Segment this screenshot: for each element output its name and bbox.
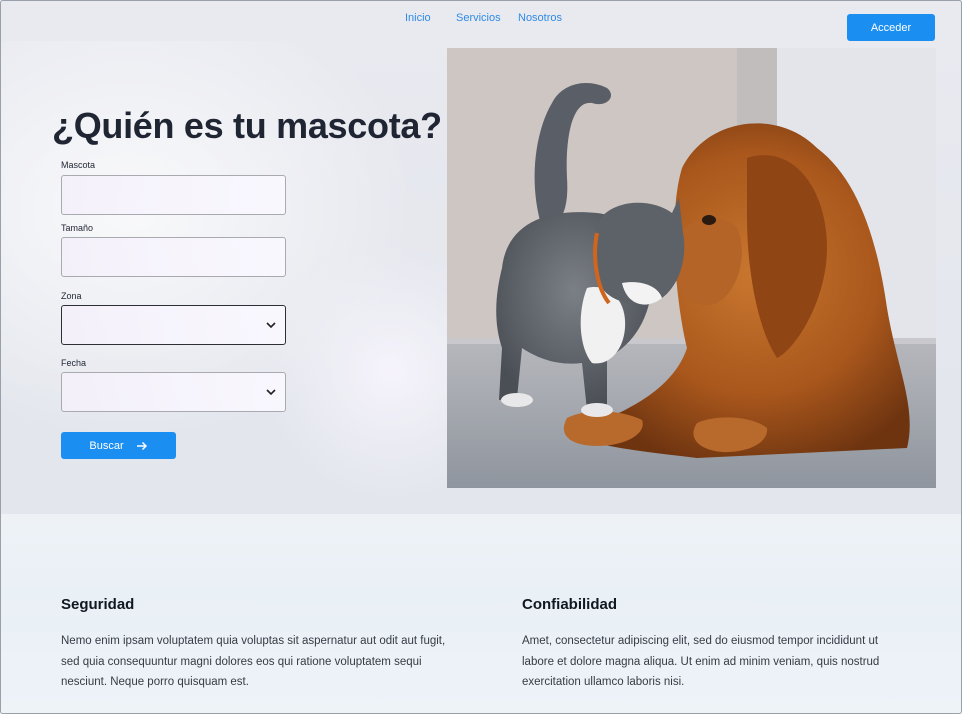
page-frame: Inicio Servicios Nosotros Acceder ¿Quién… <box>0 0 962 714</box>
nav-link-inicio[interactable]: Inicio <box>405 11 431 25</box>
search-button-label: Buscar <box>89 439 124 452</box>
feature-text-security: Nemo enim ipsam voluptatem quia voluptas… <box>61 635 446 688</box>
nav-link-servicios[interactable]: Servicios <box>456 11 501 25</box>
hero-title: ¿Quién es tu mascota? <box>52 105 442 146</box>
chevron-down-icon <box>266 389 276 396</box>
feature-title-reliability: Confiabilidad <box>522 596 617 613</box>
pet-field-label: Mascota <box>61 160 96 170</box>
cat-and-dog-illustration <box>447 48 936 488</box>
feature-title-security: Seguridad <box>61 596 135 613</box>
zone-select[interactable] <box>61 305 286 345</box>
size-input[interactable] <box>61 237 286 277</box>
zone-field-label: Zona <box>61 291 82 301</box>
feature-text-reliability: Amet, consectetur adipiscing elit, sed d… <box>522 635 880 688</box>
pet-input[interactable] <box>61 175 286 215</box>
date-select[interactable] <box>61 372 286 412</box>
hero-image <box>447 48 936 488</box>
features-section: Seguridad Nemo enim ipsam voluptatem qui… <box>1 514 961 713</box>
search-button[interactable]: Buscar <box>61 432 176 459</box>
top-nav: Inicio Servicios Nosotros Acceder <box>1 11 961 41</box>
arrow-right-icon <box>136 441 147 450</box>
size-field-label: Tamaño <box>61 223 94 233</box>
nav-link-nosotros[interactable]: Nosotros <box>518 11 562 25</box>
chevron-down-icon <box>266 322 276 329</box>
login-button[interactable]: Acceder <box>847 14 935 41</box>
date-field-label: Fecha <box>61 358 87 368</box>
